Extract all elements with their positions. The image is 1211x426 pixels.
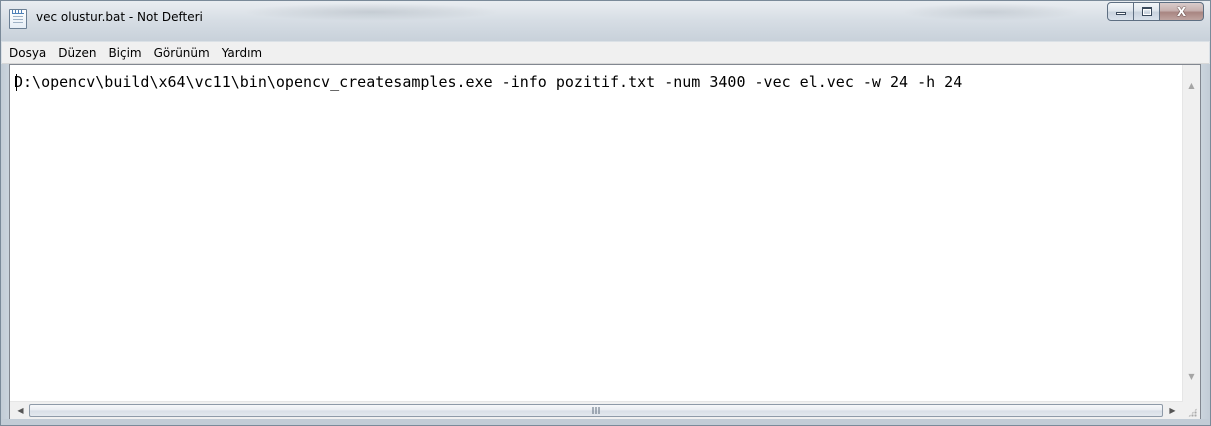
menu-item-yardim[interactable]: Yardım [216, 43, 268, 63]
menu-bar: Dosya Düzen Biçim Görünüm Yardım [2, 42, 1209, 64]
resize-grip-icon[interactable] [1182, 402, 1200, 420]
menu-item-gorunum[interactable]: Görünüm [148, 43, 216, 63]
scroll-thumb-grip-icon [592, 407, 600, 414]
maximize-button[interactable] [1134, 2, 1160, 21]
menu-item-duzen[interactable]: Düzen [52, 43, 102, 63]
close-button[interactable]: X [1160, 2, 1204, 21]
close-icon: X [1176, 4, 1187, 19]
window-frame-bottom [1, 419, 1210, 425]
menu-item-dosya[interactable]: Dosya [2, 43, 52, 63]
title-bar-blur [901, 3, 1081, 21]
window-frame-right [1201, 64, 1210, 421]
text-editor[interactable]: D:\opencv\build\x64\vc11\bin\opencv_crea… [9, 64, 1201, 421]
text-caret [16, 74, 17, 91]
horizontal-scroll-thumb[interactable] [29, 404, 1163, 417]
caption-buttons: X [1107, 2, 1204, 22]
scroll-up-arrow-icon[interactable]: ▲ [1183, 77, 1200, 94]
minimize-icon [1116, 12, 1126, 15]
editor-text[interactable]: D:\opencv\build\x64\vc11\bin\opencv_crea… [14, 73, 1180, 398]
title-bar[interactable]: vec olustur.bat - Not Defteri X [1, 1, 1210, 41]
scroll-right-arrow-icon[interactable]: ▶ [1164, 402, 1181, 419]
scroll-down-arrow-icon[interactable]: ▼ [1183, 368, 1200, 385]
scroll-left-arrow-icon[interactable]: ◀ [12, 402, 29, 419]
menu-item-bicim[interactable]: Biçim [102, 43, 147, 63]
title-bar-blur [241, 3, 501, 21]
window-title: vec olustur.bat - Not Defteri [36, 10, 203, 24]
horizontal-scrollbar[interactable]: ◀ ▶ [10, 401, 1183, 420]
window-frame-left [1, 64, 9, 421]
vertical-scrollbar[interactable]: ▲ ▼ [1182, 65, 1200, 403]
maximize-icon [1142, 7, 1152, 16]
notepad-icon[interactable] [9, 9, 27, 29]
notepad-window: vec olustur.bat - Not Defteri X Dosya Dü… [0, 0, 1211, 426]
minimize-button[interactable] [1107, 2, 1134, 21]
